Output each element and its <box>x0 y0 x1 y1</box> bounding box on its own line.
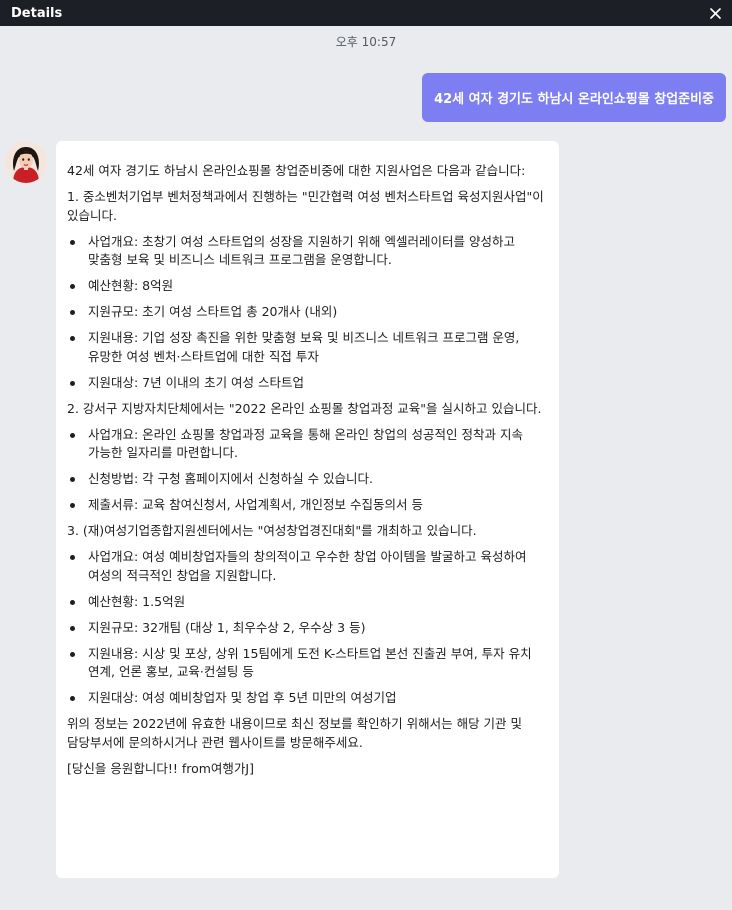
list-item: 지원대상: 여성 예비창업자 및 창업 후 5년 미만의 여성기업 <box>67 689 547 708</box>
list-item: 지원내용: 기업 성장 촉진을 위한 맞춤형 보육 및 비즈니스 네트워크 프로… <box>67 329 547 366</box>
list-item: 예산현황: 1.5억원 <box>67 593 547 612</box>
assistant-message-bubble: 42세 여자 경기도 하남시 온라인쇼핑몰 창업준비중에 대한 지원사업은 다음… <box>56 141 559 878</box>
user-message-bubble: 42세 여자 경기도 하남시 온라인쇼핑몰 창업준비중 <box>422 73 726 122</box>
window-title: Details <box>11 5 63 21</box>
list-item: 지원규모: 초기 여성 스타트업 총 20개사 (내외) <box>67 303 547 322</box>
section-1-heading: 1. 중소벤처기업부 벤처정책과에서 진행하는 "민간협력 여성 벤처스타트업 … <box>67 189 544 223</box>
assistant-avatar <box>5 141 47 183</box>
window-titlebar: Details <box>0 0 732 26</box>
list-item: 사업개요: 초창기 여성 스타트업의 성장을 지원하기 위해 엑셀러레이터를 양… <box>67 233 547 270</box>
message-timestamp: 오후 10:57 <box>335 35 397 49</box>
list-item: 지원내용: 시상 및 포상, 상위 15팀에게 도전 K-스타트업 본선 진출권… <box>67 645 547 682</box>
list-item: 신청방법: 각 구청 홈페이지에서 신청하실 수 있습니다. <box>67 470 547 489</box>
list-item: 지원대상: 7년 이내의 초기 여성 스타트업 <box>67 374 547 393</box>
list-item: 사업개요: 온라인 쇼핑몰 창업과정 교육을 통해 온라인 창업의 성공적인 정… <box>67 426 547 463</box>
list-item: 예산현황: 8억원 <box>67 277 547 296</box>
list-item: 제출서류: 교육 참여신청서, 사업계획서, 개인정보 수집동의서 등 <box>67 496 547 515</box>
section-2-heading: 2. 강서구 지방자치단체에서는 "2022 온라인 쇼핑몰 창업과정 교육"을… <box>67 400 542 416</box>
close-icon[interactable] <box>708 6 722 20</box>
message-closing: 위의 정보는 2022년에 유효한 내용이므로 최신 정보를 확인하기 위해서는… <box>67 716 523 750</box>
message-signoff: [당신을 응원합니다!! from여행가J] <box>67 760 254 776</box>
list-item: 사업개요: 여성 예비창업자들의 창의적이고 우수한 창업 아이템을 발굴하고 … <box>67 548 547 585</box>
message-intro: 42세 여자 경기도 하남시 온라인쇼핑몰 창업준비중에 대한 지원사업은 다음… <box>67 163 526 178</box>
section-3-heading: 3. (재)여성기업종합지원센터에서는 "여성창업경진대회"를 개최하고 있습니… <box>67 523 477 538</box>
list-item: 지원규모: 32개팀 (대상 1, 최우수상 2, 우수상 3 등) <box>67 619 547 638</box>
